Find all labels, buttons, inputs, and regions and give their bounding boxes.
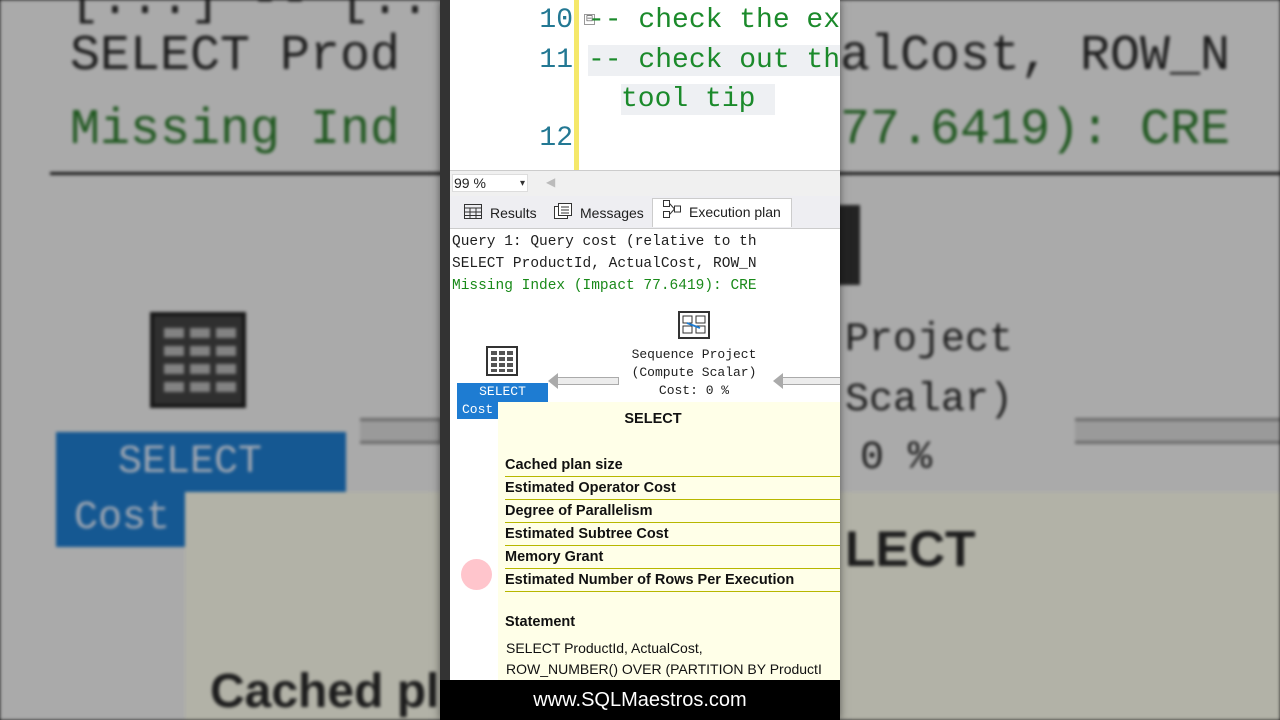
select-operator-label[interactable]: SELECT [457, 383, 548, 400]
tab-results[interactable]: Results [464, 200, 537, 226]
zoom-dropdown[interactable]: 99 % ▾ [452, 174, 528, 192]
line-number: 11 [539, 45, 573, 76]
scroll-left-icon[interactable]: ◀ [546, 175, 555, 189]
query-editor[interactable]: 10 11 12 ⊟ -- check the ex -- check out … [450, 0, 840, 170]
tooltip-row: Estimated Subtree Cost [505, 523, 840, 546]
messages-icon [554, 201, 572, 227]
missing-index-link[interactable]: Missing Index (Impact 77.6419): CRE [452, 278, 757, 294]
code-line-11-wrap[interactable]: tool tip [621, 84, 776, 115]
footer-watermark: www.SQLMaestros.com [440, 680, 840, 720]
tooltip-row: Cached plan size [505, 454, 840, 477]
tooltip-statement-label: Statement [505, 614, 576, 630]
execution-plan-icon [663, 200, 681, 226]
tooltip-statement-text: SELECT ProductId, ActualCost, ROW_NUMBER… [506, 640, 822, 677]
code-line-11[interactable]: -- check out th [588, 45, 840, 76]
ssms-panel: 10 11 12 ⊟ -- check the ex -- check out … [440, 0, 840, 720]
zoom-value: 99 % [454, 175, 486, 191]
sequence-project-icon[interactable] [678, 311, 710, 344]
results-tabs: Results Messages Execution plan [450, 196, 840, 229]
tab-messages[interactable]: Messages [554, 200, 644, 226]
tooltip-row: Estimated Number of Rows Per Execution [505, 569, 840, 592]
plan-arrow [773, 373, 840, 389]
chevron-down-icon: ▾ [519, 178, 525, 189]
query-cost-line: Query 1: Query cost (relative to th [452, 234, 757, 250]
editor-status-bar: 99 % ▾ ◀ [450, 170, 840, 196]
query-sql-line: SELECT ProductId, ActualCost, ROW_N [452, 256, 757, 272]
tooltip-row: Estimated Operator Cost [505, 477, 840, 500]
tab-execution-plan[interactable]: Execution plan [652, 198, 792, 227]
change-marker [574, 0, 579, 170]
mouse-cursor-highlight [461, 559, 492, 590]
line-number: 10 [539, 5, 573, 36]
tooltip-title: SELECT [624, 411, 682, 427]
select-tooltip: SELECT Cached plan size Estimated Operat… [498, 402, 840, 692]
grid-icon [464, 201, 482, 227]
line-number: 12 [539, 123, 573, 154]
panel-left-border [440, 0, 450, 720]
tooltip-row: Degree of Parallelism [505, 500, 840, 523]
tooltip-row: Memory Grant [505, 546, 840, 569]
code-line-10[interactable]: -- check the ex [588, 5, 840, 36]
select-operator-icon[interactable] [486, 346, 518, 381]
sequence-project-label: Sequence Project (Compute Scalar) Cost: … [631, 347, 757, 398]
plan-arrow [548, 373, 619, 389]
